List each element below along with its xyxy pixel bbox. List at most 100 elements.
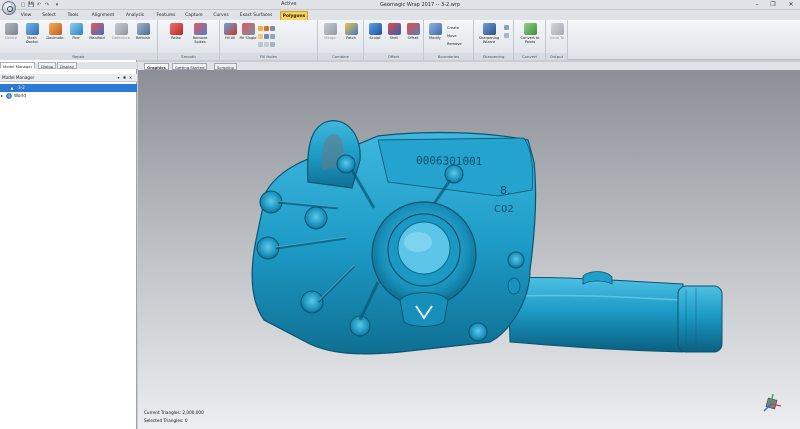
tree-item-world[interactable]: ▸ World	[0, 92, 137, 100]
tab-curves[interactable]: Curves	[210, 11, 232, 20]
world-icon	[6, 93, 12, 99]
merge-icon	[323, 23, 337, 35]
fine-button[interactable]: Fine	[67, 23, 85, 51]
fill-flat-icon	[258, 33, 263, 39]
tab-model-manager[interactable]: Model Manager	[0, 62, 36, 69]
panel-title: Model Manager	[2, 75, 35, 80]
tab-scripting[interactable]: Scripting	[214, 63, 237, 70]
shell-icon	[387, 23, 401, 35]
fill-single-icon	[241, 23, 255, 35]
convert-to-points-button[interactable]: Convert to Points	[515, 23, 545, 51]
fill-all-icon	[223, 23, 237, 35]
tab-capture[interactable]: Capture	[182, 11, 206, 20]
tab-alignment[interactable]: Alignment	[88, 11, 118, 20]
fill-all-label: Fill All	[224, 36, 236, 40]
fine-icon	[69, 23, 83, 35]
fill-tool-a[interactable]	[258, 25, 276, 31]
patch-label: Patch	[346, 36, 356, 40]
panel-menu-icon[interactable]: ▾	[116, 75, 121, 81]
create-boundary-button[interactable]: Create	[447, 25, 459, 31]
fill-curvature-icon	[264, 33, 269, 39]
pin-icon[interactable]: ✱	[122, 75, 127, 81]
panel-close-icon[interactable]: ✕	[128, 75, 133, 81]
tab-tools[interactable]: Tools	[64, 11, 82, 20]
engraved-part-number: 0006301001	[416, 154, 482, 168]
remove-spikes-label: Remove Spikes	[192, 36, 208, 44]
partial-fill-icon	[264, 25, 269, 31]
redo-icon[interactable]: ↷	[44, 2, 50, 8]
refinish-button[interactable]: Refinish	[133, 23, 153, 51]
send-to-icon	[550, 23, 564, 35]
sharpening-wizard-label: Sharpening Wizard	[478, 36, 500, 44]
tab-getting-started[interactable]: Getting Started	[172, 63, 208, 70]
move-boundary-button[interactable]: Move	[447, 33, 457, 39]
mesh-doctor-button[interactable]: Mesh Doctor	[22, 23, 42, 51]
merge-button[interactable]: Merge	[320, 23, 340, 51]
panel-header: Model Manager ▾ ✱ ✕	[0, 74, 137, 82]
tab-polygons[interactable]: Polygons	[280, 11, 308, 20]
sharpening-wizard-icon	[482, 23, 496, 35]
mesh-doctor-label: Mesh Doctor	[25, 36, 39, 44]
tab-exact-surfaces[interactable]: Exact Surfaces	[236, 11, 276, 20]
patch-button[interactable]: Patch	[341, 23, 361, 51]
manifold-label: Manifold	[89, 36, 105, 40]
close-button[interactable]: ✕	[784, 0, 798, 9]
tab-select[interactable]: Select	[40, 11, 58, 20]
title-bar: ▢ 💾 ↶ ↷ ▾ Active Geomagic Wrap 2017 -- 3…	[0, 0, 800, 10]
remove-spikes-button[interactable]: Remove Spikes	[188, 23, 212, 51]
group-repair: Delete Mesh Doctor Decimate Fine Manifol…	[0, 20, 158, 60]
fill-tool-c[interactable]	[258, 41, 276, 47]
group-convert: Convert to Points Convert	[514, 20, 546, 60]
contextual-tab-label: Active	[281, 1, 297, 7]
send-to-button[interactable]: Send To	[547, 23, 567, 51]
convert-to-points-icon	[523, 23, 537, 35]
tab-analysis[interactable]: Analysis	[122, 11, 148, 20]
relax-label: Relax	[171, 36, 181, 40]
defeature-icon	[114, 23, 128, 35]
sharpening-wizard-button[interactable]: Sharpening Wizard	[476, 23, 502, 51]
tab-dialog[interactable]: Dialog	[38, 62, 57, 69]
tab-graphics[interactable]: Graphics	[144, 63, 169, 70]
sharp-tool-icon[interactable]	[504, 25, 509, 30]
remove-boundary-button[interactable]: Remove	[447, 41, 462, 47]
manifold-button[interactable]: Manifold	[86, 23, 108, 51]
fill-tool-b[interactable]	[258, 33, 276, 39]
group-fill-holes: Fill All Fill Single Fill Holes	[220, 20, 318, 60]
send-to-label: Send To	[550, 36, 564, 40]
engraved-code: C02	[494, 204, 514, 215]
shell-button[interactable]: Shell	[385, 23, 403, 51]
ribbon-tab-bar: View Select Tools Alignment Analysis Fea…	[0, 10, 800, 28]
customize-qat-icon[interactable]: ▾	[54, 2, 60, 8]
new-icon[interactable]: ▢	[20, 2, 26, 8]
group-label-smooth: Smooth	[158, 53, 219, 60]
group-sharpening: Sharpening Wizard Sharpening	[474, 20, 514, 60]
minimize-button[interactable]: –	[750, 0, 764, 9]
defeature-button[interactable]: Defeature	[110, 23, 132, 51]
fill-all-button[interactable]: Fill All	[222, 23, 238, 51]
decimate-button[interactable]: Decimate	[44, 23, 66, 51]
refinish-label: Refinish	[135, 36, 151, 40]
application-menu-button[interactable]	[2, 1, 16, 15]
mesh-object-icon	[9, 85, 15, 91]
relax-button[interactable]: Relax	[166, 23, 186, 51]
fill-clear-icon	[270, 41, 275, 47]
group-offset: Sculpt Shell Offset Offset	[364, 20, 424, 60]
tab-view[interactable]: View	[18, 11, 34, 20]
save-icon[interactable]: 💾	[28, 2, 34, 8]
casting-model[interactable]: 0006301001 8. C02	[138, 70, 800, 429]
fill-single-button[interactable]: Fill Single	[239, 23, 257, 51]
tab-display[interactable]: Display	[57, 62, 77, 69]
orientation-triad-icon[interactable]	[760, 391, 784, 415]
sculpt-button[interactable]: Sculpt	[366, 23, 384, 51]
modify-boundary-button[interactable]: Modify	[425, 23, 445, 51]
delete-button[interactable]: Delete	[2, 23, 20, 51]
tree-item-model[interactable]: 3-2	[0, 84, 137, 92]
sharp-edge-icon[interactable]	[504, 33, 509, 38]
maximize-button[interactable]: ❐	[766, 0, 780, 9]
delete-icon	[4, 23, 18, 35]
fill-internal-icon	[270, 33, 275, 39]
undo-icon[interactable]: ↶	[36, 2, 42, 8]
offset-button[interactable]: Offset	[404, 23, 422, 51]
tab-features[interactable]: Features	[152, 11, 180, 20]
graphics-viewport[interactable]: 0006301001 8. C02 Current Triangles: 2,0…	[138, 70, 800, 429]
